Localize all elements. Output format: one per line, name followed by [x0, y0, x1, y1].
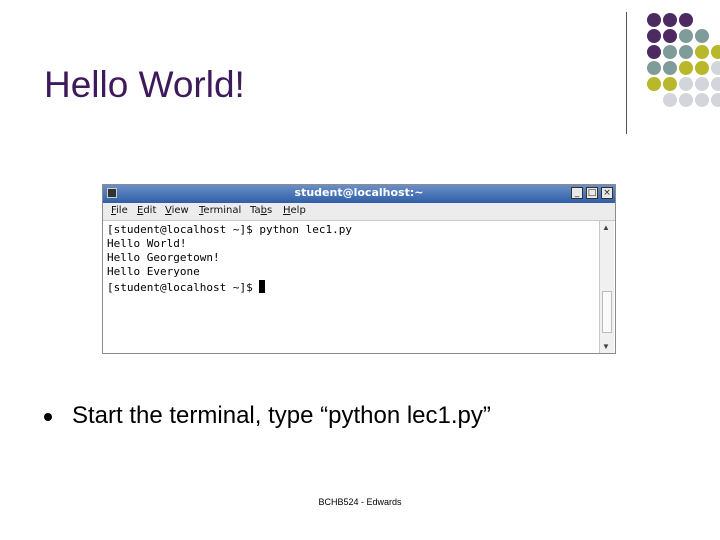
decor-dot	[647, 29, 661, 43]
menu-view[interactable]: View	[165, 205, 189, 216]
menu-edit[interactable]: Edit	[137, 205, 156, 216]
decor-dot	[695, 61, 709, 75]
terminal-menubar: File Edit View Terminal Tabs Help	[103, 203, 615, 221]
decor-dot	[679, 77, 693, 91]
scroll-down-icon[interactable]: ▼	[602, 342, 610, 351]
terminal-line: [student@localhost ~]$ python lec1.py	[107, 223, 353, 236]
slide-title: Hello World!	[44, 64, 245, 105]
decor-dot	[711, 77, 720, 91]
decor-dot	[711, 45, 720, 59]
decor-dot	[647, 77, 661, 91]
terminal-line: Hello World!	[107, 237, 187, 250]
bullet-text: Start the terminal, type “python lec1.py…	[72, 402, 491, 429]
close-button[interactable]: ×	[601, 187, 613, 199]
decor-dot	[663, 45, 677, 59]
terminal-scrollbar[interactable]: ▲ ▼	[599, 221, 614, 353]
minimize-button[interactable]: _	[571, 187, 583, 199]
scrollbar-thumb[interactable]	[602, 291, 612, 333]
decor-dot	[663, 29, 677, 43]
terminal-output[interactable]: [student@localhost ~]$ python lec1.py He…	[105, 221, 599, 351]
decor-dot	[711, 61, 720, 75]
decor-dot	[679, 29, 693, 43]
decor-dot	[695, 93, 709, 107]
decor-dot	[679, 13, 693, 27]
decor-dot	[663, 77, 677, 91]
decor-dot	[695, 45, 709, 59]
decor-dot	[647, 13, 661, 27]
terminal-line: Hello Everyone	[107, 265, 200, 278]
decor-dot	[647, 61, 661, 75]
terminal-cursor	[259, 280, 266, 293]
menu-file[interactable]: File	[111, 205, 128, 216]
decor-dot	[711, 93, 720, 107]
terminal-prompt-line[interactable]: [student@localhost ~]$	[107, 280, 266, 294]
decor-dot	[679, 61, 693, 75]
decor-dot	[695, 29, 709, 43]
decor-dot	[663, 93, 677, 107]
decor-dot	[663, 13, 677, 27]
terminal-window[interactable]: student@localhost:~ _ □ × File Edit View…	[102, 184, 616, 354]
menu-help[interactable]: Help	[283, 205, 306, 216]
title-divider	[626, 12, 627, 134]
terminal-window-title: student@localhost:~	[294, 186, 424, 199]
decor-dot	[679, 45, 693, 59]
decor-dot	[695, 77, 709, 91]
terminal-prompt: [student@localhost ~]$	[107, 281, 260, 294]
scroll-up-icon[interactable]: ▲	[602, 223, 610, 232]
decor-dot	[679, 93, 693, 107]
menu-tabs[interactable]: Tabs	[250, 205, 272, 216]
decor-dot	[647, 45, 661, 59]
terminal-titlebar[interactable]: student@localhost:~ _ □ ×	[103, 185, 615, 203]
terminal-line: Hello Georgetown!	[107, 251, 220, 264]
menu-terminal[interactable]: Terminal	[199, 205, 241, 216]
decor-dot	[663, 61, 677, 75]
bullet-icon	[44, 413, 52, 421]
maximize-button[interactable]: □	[586, 187, 598, 199]
slide-footer: BCHB524 - Edwards	[318, 497, 402, 507]
